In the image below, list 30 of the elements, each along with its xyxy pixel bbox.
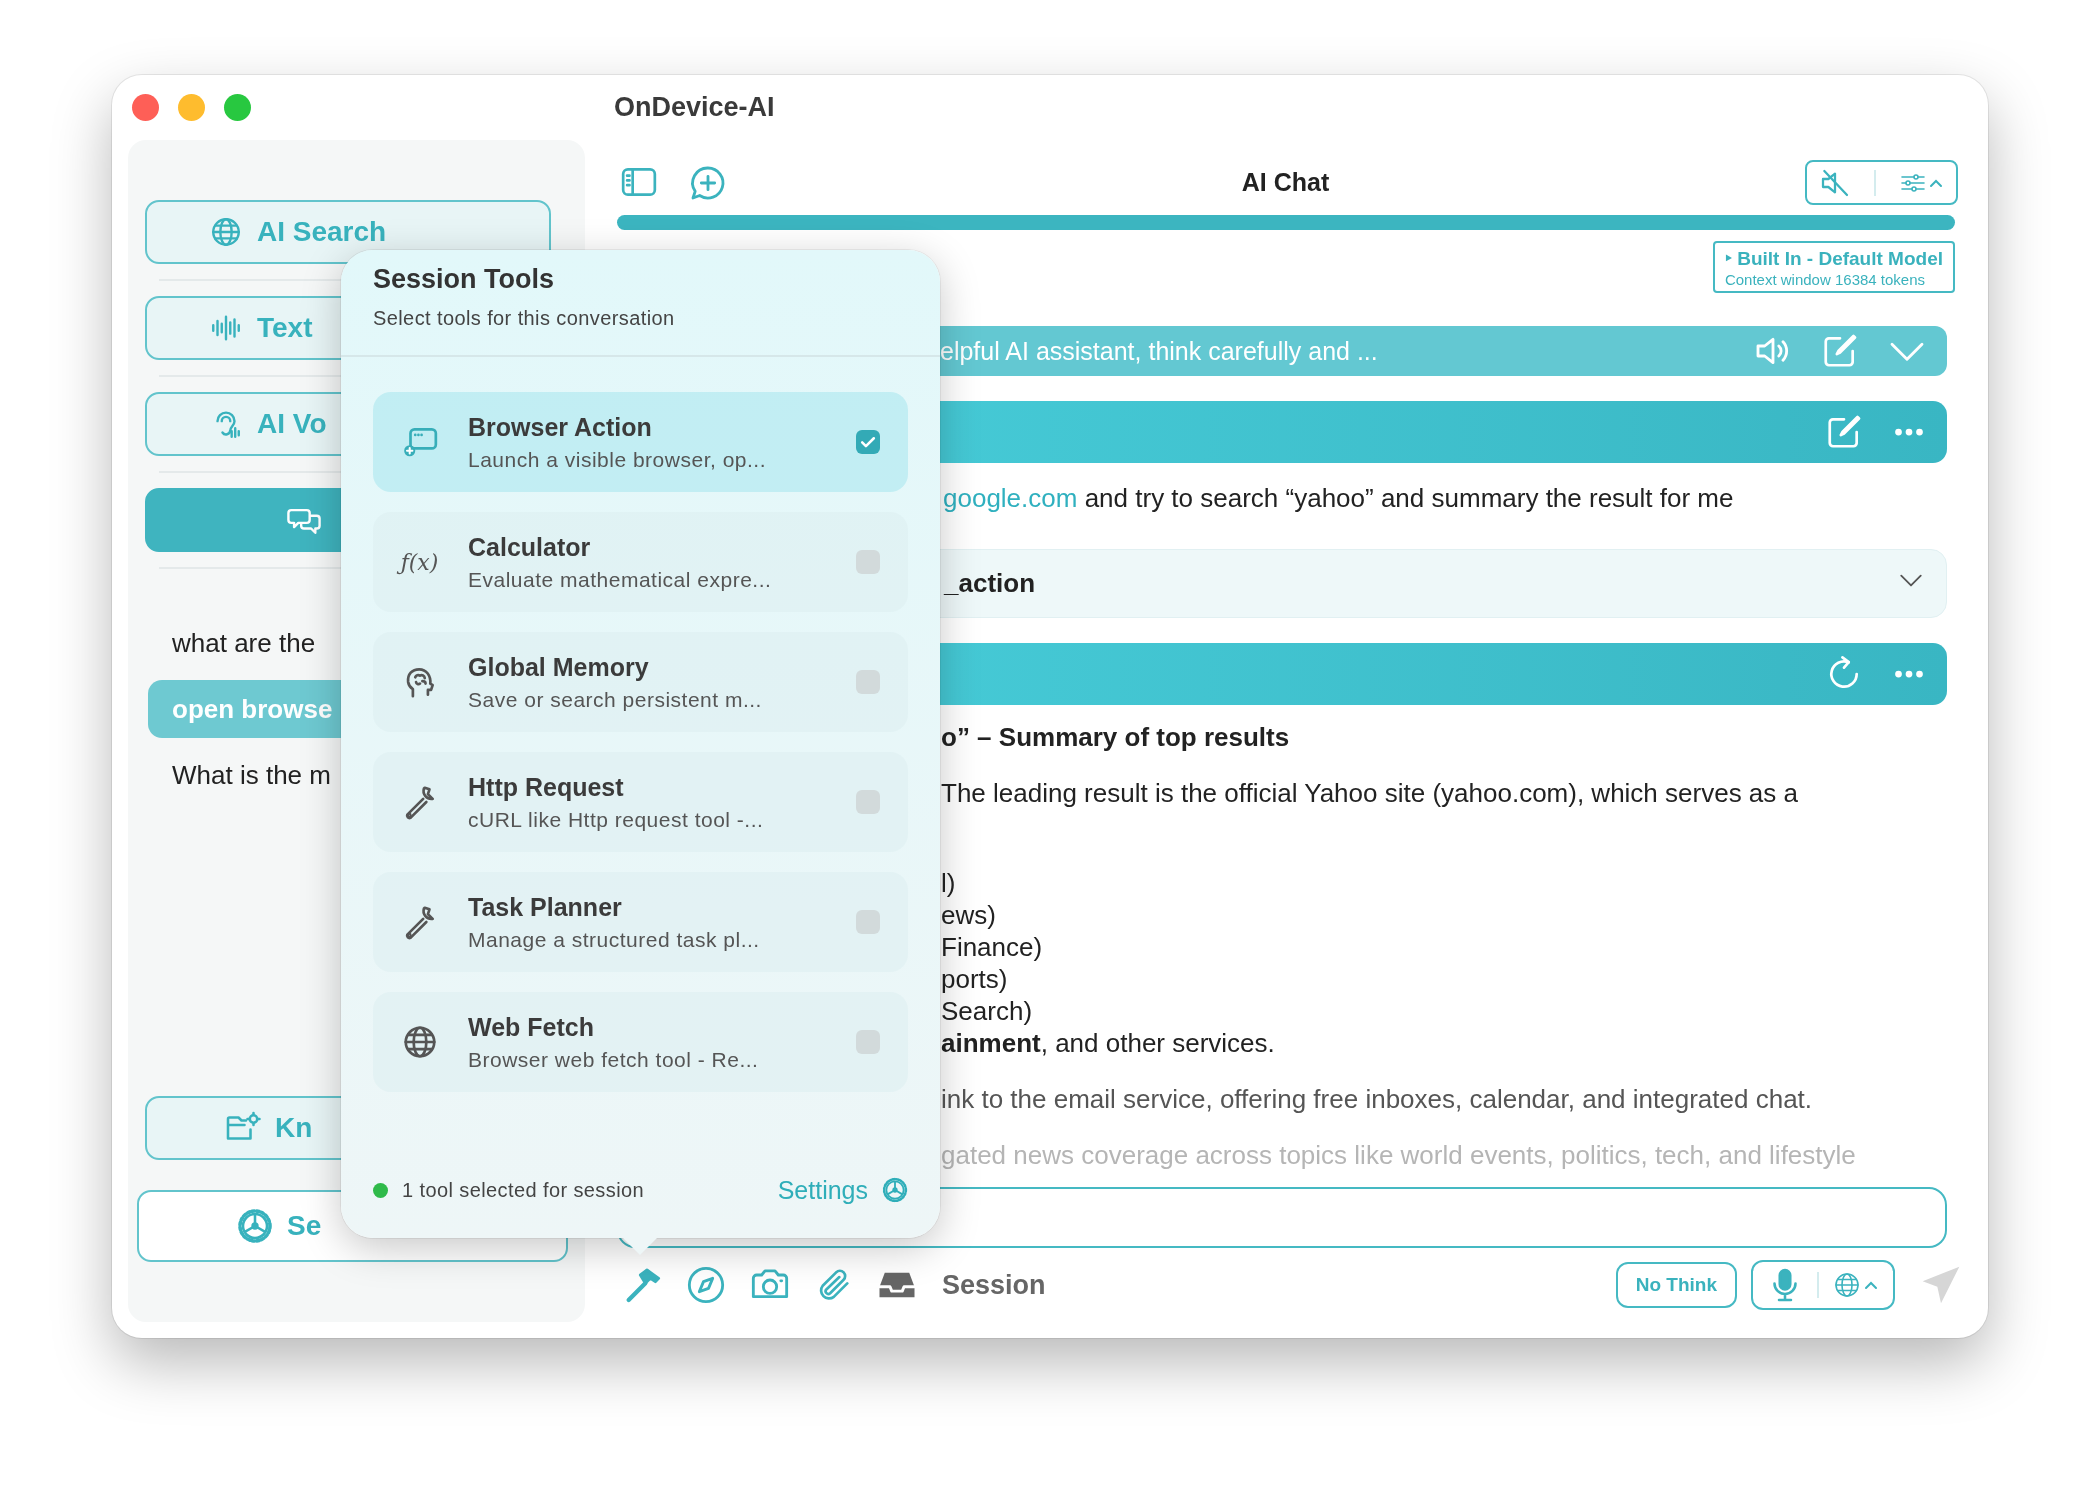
- tool-name: Browser Action: [468, 412, 653, 442]
- list-item-text: Finance): [941, 931, 1044, 963]
- session-label: Session: [942, 1269, 1047, 1301]
- system-prompt-text: elpful AI assistant, think carefully and ...: [940, 336, 1379, 366]
- list-item-text: ainment, and other services.: [941, 1027, 1276, 1059]
- message-text: ink to the email service, offering free inboxes, calendar, and integrated chat.: [941, 1083, 1814, 1115]
- tool-description: Save or search persistent m...: [468, 687, 763, 712]
- popover-title: Session Tools: [373, 264, 556, 295]
- model-name: ‣ Built In - Default Model: [1724, 247, 1943, 271]
- message-heading: o” – Summary of top results: [941, 721, 1291, 753]
- window-title: OnDevice-AI: [614, 92, 775, 123]
- tool-description: cURL like Http request tool -...: [468, 807, 765, 832]
- chat-title: AI Chat: [1240, 168, 1331, 197]
- tool-call-name: _action: [944, 568, 1037, 599]
- status-text: 1 tool selected for session: [402, 1178, 646, 1202]
- tool-name: Web Fetch: [468, 1012, 595, 1042]
- tool-name: Http Request: [468, 772, 625, 802]
- message-text: gated news coverage across topics like world events, politics, tech, and lifestyle: [941, 1139, 1857, 1171]
- tool-name: Global Memory: [468, 652, 650, 682]
- list-item-text: ports): [941, 963, 1009, 995]
- tool-description: Browser web fetch tool - Re...: [468, 1047, 760, 1072]
- tool-name: Calculator: [468, 532, 592, 562]
- list-item-text: ews): [941, 899, 997, 931]
- tool-description: Launch a visible browser, op...: [468, 447, 767, 472]
- message-text: The leading result is the official Yahoo site (yahoo.com), which serves as a: [941, 777, 1799, 809]
- list-item-text: l): [941, 867, 957, 899]
- tool-name: Task Planner: [468, 892, 623, 922]
- list-item-text: Search): [941, 995, 1034, 1027]
- tool-description: Manage a structured task pl...: [468, 927, 761, 952]
- context-size: Context window 16384 tokens: [1724, 271, 1927, 288]
